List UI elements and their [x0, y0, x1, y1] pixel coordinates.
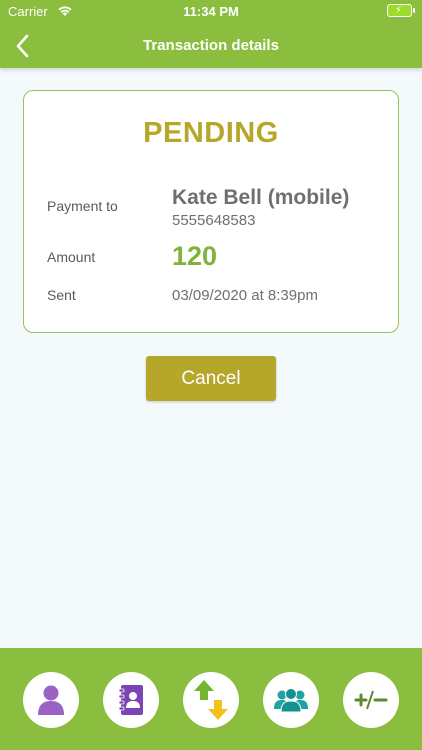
- recipient-phone: 5555648583: [172, 212, 256, 229]
- tab-adjust[interactable]: [343, 672, 399, 728]
- tab-profile[interactable]: [23, 672, 79, 728]
- payment-to-label: Payment to: [47, 198, 118, 214]
- transaction-card: PENDING Payment to Kate Bell (mobile) 55…: [23, 90, 399, 333]
- amount-label: Amount: [47, 249, 96, 265]
- sent-value: 03/09/2020 at 8:39pm: [172, 287, 318, 304]
- amount-value: 120: [172, 241, 218, 271]
- tab-bar: [0, 648, 422, 750]
- charging-bolt-icon: ⚡: [395, 5, 403, 16]
- tab-groups[interactable]: [263, 672, 319, 728]
- transaction-status: PENDING: [143, 117, 279, 149]
- tab-contacts[interactable]: [103, 672, 159, 728]
- cancel-button[interactable]: Cancel: [146, 356, 276, 401]
- battery-icon: ⚡: [387, 4, 415, 17]
- transfer-arrows-icon: [194, 680, 228, 720]
- page-title: Transaction details: [143, 37, 279, 54]
- status-bar: Carrier 11:34 PM ⚡: [0, 0, 422, 24]
- person-icon: [38, 685, 64, 715]
- contacts-book-icon: [118, 685, 143, 715]
- tab-transfers[interactable]: [183, 672, 239, 728]
- clock: 11:34 PM: [183, 4, 239, 19]
- plus-minus-icon: [354, 690, 388, 710]
- group-icon: [274, 688, 308, 713]
- sent-label: Sent: [47, 287, 76, 303]
- recipient-name: Kate Bell (mobile): [172, 186, 350, 209]
- navigation-bar: Carrier 11:34 PM ⚡ Transaction details: [0, 0, 422, 68]
